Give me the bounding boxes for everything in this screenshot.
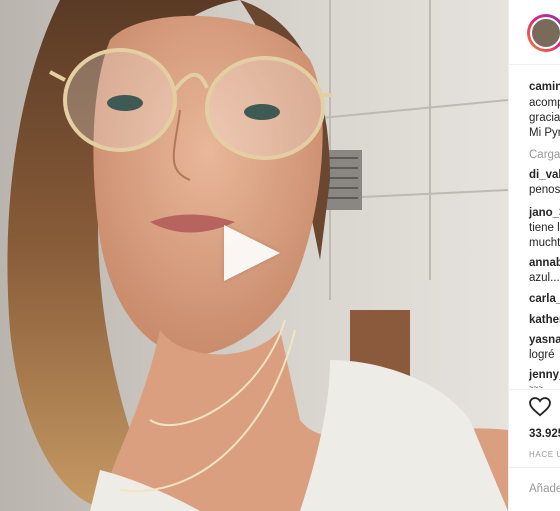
add-comment-input[interactable]: Añade	[529, 482, 560, 496]
comment-text: mucht	[529, 237, 560, 249]
heart-icon[interactable]	[529, 397, 551, 417]
caption-line: gracia	[529, 112, 560, 124]
comment-username[interactable]: carla_	[529, 292, 560, 306]
load-more-comments[interactable]: Carga	[529, 148, 560, 162]
comment-username[interactable]: di_val	[529, 168, 560, 182]
caption-line: Mi Pyr	[529, 127, 560, 139]
post-timestamp: HACE U	[529, 450, 560, 459]
post-sidebar: camin acomp gracia Mi Pyr Carga di_val p…	[508, 0, 560, 511]
comment-text: ~~~	[529, 383, 544, 392]
caption-line: acomp	[529, 97, 560, 109]
comment-username[interactable]: jenny_	[529, 368, 560, 382]
comment-text: penos	[529, 184, 560, 196]
comment-text: azul...	[529, 272, 560, 284]
view-count[interactable]: 33.925	[529, 427, 560, 441]
comment-username[interactable]: yasna	[529, 333, 560, 347]
video-player[interactable]	[0, 0, 508, 511]
comment-username[interactable]: annab	[529, 256, 560, 270]
comment-username[interactable]: kather	[529, 313, 560, 327]
avatar[interactable]	[527, 14, 560, 52]
comment-text: logré	[529, 349, 555, 361]
comment-username[interactable]: jano_3	[529, 206, 560, 220]
author-username[interactable]: camin	[529, 80, 560, 94]
play-icon[interactable]	[224, 225, 280, 281]
comment-text: tiene l	[529, 222, 560, 234]
